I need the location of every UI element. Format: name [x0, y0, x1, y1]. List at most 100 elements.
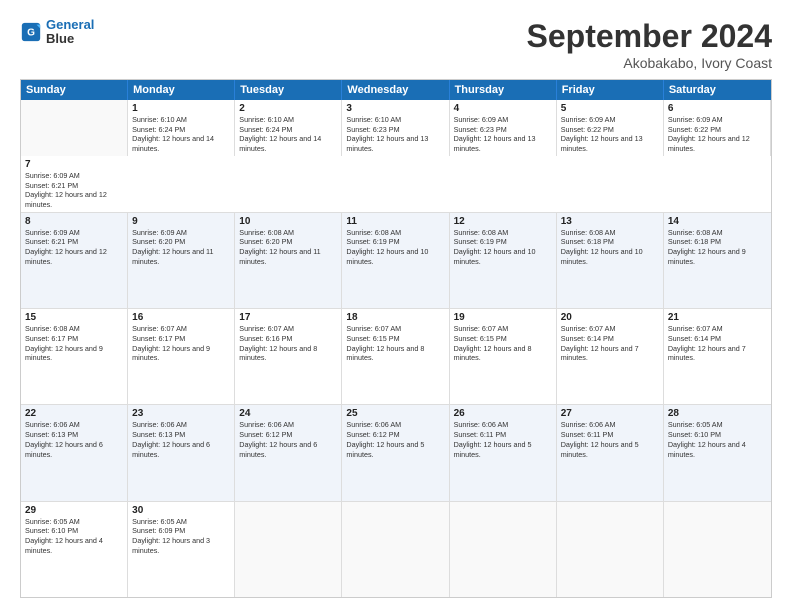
calendar-page: G GeneralBlue September 2024 Akobakabo, … — [0, 0, 792, 612]
day-number: 13 — [561, 216, 659, 227]
day-number: 10 — [239, 216, 337, 227]
day-number: 19 — [454, 312, 552, 323]
calendar-row-1: 8 Sunrise: 6:09 AMSunset: 6:21 PMDayligh… — [21, 212, 771, 308]
day-cell-29: 29 Sunrise: 6:05 AMSunset: 6:10 PMDaylig… — [21, 502, 128, 597]
day-cell-6: 6 Sunrise: 6:09 AMSunset: 6:22 PMDayligh… — [664, 100, 771, 156]
cell-info: Sunrise: 6:05 AMSunset: 6:10 PMDaylight:… — [668, 420, 767, 459]
header-day-sunday: Sunday — [21, 80, 128, 100]
day-cell-26: 26 Sunrise: 6:06 AMSunset: 6:11 PMDaylig… — [450, 405, 557, 500]
day-number: 2 — [239, 103, 337, 114]
cell-info: Sunrise: 6:10 AMSunset: 6:23 PMDaylight:… — [346, 115, 444, 154]
day-cell-14: 14 Sunrise: 6:08 AMSunset: 6:18 PMDaylig… — [664, 213, 771, 308]
day-cell-22: 22 Sunrise: 6:06 AMSunset: 6:13 PMDaylig… — [21, 405, 128, 500]
day-cell-15: 15 Sunrise: 6:08 AMSunset: 6:17 PMDaylig… — [21, 309, 128, 404]
empty-cell — [342, 502, 449, 597]
cell-info: Sunrise: 6:08 AMSunset: 6:19 PMDaylight:… — [454, 228, 552, 267]
empty-cell — [21, 100, 128, 156]
cell-info: Sunrise: 6:07 AMSunset: 6:16 PMDaylight:… — [239, 324, 337, 363]
day-number: 3 — [346, 103, 444, 114]
day-cell-9: 9 Sunrise: 6:09 AMSunset: 6:20 PMDayligh… — [128, 213, 235, 308]
day-number: 9 — [132, 216, 230, 227]
day-number: 29 — [25, 505, 123, 516]
day-cell-2: 2 Sunrise: 6:10 AMSunset: 6:24 PMDayligh… — [235, 100, 342, 156]
day-number: 26 — [454, 408, 552, 419]
day-cell-5: 5 Sunrise: 6:09 AMSunset: 6:22 PMDayligh… — [557, 100, 664, 156]
day-number: 12 — [454, 216, 552, 227]
cell-info: Sunrise: 6:05 AMSunset: 6:09 PMDaylight:… — [132, 517, 230, 556]
day-number: 20 — [561, 312, 659, 323]
day-number: 28 — [668, 408, 767, 419]
empty-cell — [450, 502, 557, 597]
day-number: 7 — [25, 159, 124, 170]
cell-info: Sunrise: 6:08 AMSunset: 6:20 PMDaylight:… — [239, 228, 337, 267]
logo-icon: G — [20, 21, 42, 43]
day-cell-3: 3 Sunrise: 6:10 AMSunset: 6:23 PMDayligh… — [342, 100, 449, 156]
calendar-body: 1 Sunrise: 6:10 AMSunset: 6:24 PMDayligh… — [21, 100, 771, 597]
cell-info: Sunrise: 6:07 AMSunset: 6:15 PMDaylight:… — [454, 324, 552, 363]
day-cell-27: 27 Sunrise: 6:06 AMSunset: 6:11 PMDaylig… — [557, 405, 664, 500]
cell-info: Sunrise: 6:09 AMSunset: 6:20 PMDaylight:… — [132, 228, 230, 267]
header-day-friday: Friday — [557, 80, 664, 100]
day-number: 15 — [25, 312, 123, 323]
day-number: 6 — [668, 103, 766, 114]
day-number: 4 — [454, 103, 552, 114]
cell-info: Sunrise: 6:09 AMSunset: 6:21 PMDaylight:… — [25, 171, 124, 210]
day-number: 27 — [561, 408, 659, 419]
day-cell-16: 16 Sunrise: 6:07 AMSunset: 6:17 PMDaylig… — [128, 309, 235, 404]
cell-info: Sunrise: 6:09 AMSunset: 6:22 PMDaylight:… — [561, 115, 659, 154]
cell-info: Sunrise: 6:09 AMSunset: 6:22 PMDaylight:… — [668, 115, 766, 154]
cell-info: Sunrise: 6:06 AMSunset: 6:11 PMDaylight:… — [454, 420, 552, 459]
calendar: SundayMondayTuesdayWednesdayThursdayFrid… — [20, 79, 772, 598]
day-number: 16 — [132, 312, 230, 323]
logo: G GeneralBlue — [20, 18, 94, 47]
calendar-header: SundayMondayTuesdayWednesdayThursdayFrid… — [21, 80, 771, 100]
day-number: 11 — [346, 216, 444, 227]
day-cell-7: 7 Sunrise: 6:09 AMSunset: 6:21 PMDayligh… — [21, 156, 128, 212]
cell-info: Sunrise: 6:08 AMSunset: 6:18 PMDaylight:… — [668, 228, 767, 267]
header-day-thursday: Thursday — [450, 80, 557, 100]
day-cell-1: 1 Sunrise: 6:10 AMSunset: 6:24 PMDayligh… — [128, 100, 235, 156]
day-number: 18 — [346, 312, 444, 323]
cell-info: Sunrise: 6:07 AMSunset: 6:14 PMDaylight:… — [668, 324, 767, 363]
cell-info: Sunrise: 6:08 AMSunset: 6:19 PMDaylight:… — [346, 228, 444, 267]
day-number: 30 — [132, 505, 230, 516]
calendar-row-4: 29 Sunrise: 6:05 AMSunset: 6:10 PMDaylig… — [21, 501, 771, 597]
day-cell-30: 30 Sunrise: 6:05 AMSunset: 6:09 PMDaylig… — [128, 502, 235, 597]
header-day-wednesday: Wednesday — [342, 80, 449, 100]
header-day-saturday: Saturday — [664, 80, 771, 100]
month-title: September 2024 — [527, 18, 772, 55]
calendar-row-2: 15 Sunrise: 6:08 AMSunset: 6:17 PMDaylig… — [21, 308, 771, 404]
cell-info: Sunrise: 6:06 AMSunset: 6:12 PMDaylight:… — [239, 420, 337, 459]
day-number: 24 — [239, 408, 337, 419]
title-block: September 2024 Akobakabo, Ivory Coast — [527, 18, 772, 71]
cell-info: Sunrise: 6:05 AMSunset: 6:10 PMDaylight:… — [25, 517, 123, 556]
day-cell-11: 11 Sunrise: 6:08 AMSunset: 6:19 PMDaylig… — [342, 213, 449, 308]
day-cell-17: 17 Sunrise: 6:07 AMSunset: 6:16 PMDaylig… — [235, 309, 342, 404]
day-cell-12: 12 Sunrise: 6:08 AMSunset: 6:19 PMDaylig… — [450, 213, 557, 308]
cell-info: Sunrise: 6:07 AMSunset: 6:14 PMDaylight:… — [561, 324, 659, 363]
cell-info: Sunrise: 6:06 AMSunset: 6:13 PMDaylight:… — [132, 420, 230, 459]
day-cell-25: 25 Sunrise: 6:06 AMSunset: 6:12 PMDaylig… — [342, 405, 449, 500]
calendar-row-3: 22 Sunrise: 6:06 AMSunset: 6:13 PMDaylig… — [21, 404, 771, 500]
day-cell-24: 24 Sunrise: 6:06 AMSunset: 6:12 PMDaylig… — [235, 405, 342, 500]
day-cell-18: 18 Sunrise: 6:07 AMSunset: 6:15 PMDaylig… — [342, 309, 449, 404]
cell-info: Sunrise: 6:09 AMSunset: 6:21 PMDaylight:… — [25, 228, 123, 267]
cell-info: Sunrise: 6:06 AMSunset: 6:11 PMDaylight:… — [561, 420, 659, 459]
cell-info: Sunrise: 6:08 AMSunset: 6:18 PMDaylight:… — [561, 228, 659, 267]
day-cell-21: 21 Sunrise: 6:07 AMSunset: 6:14 PMDaylig… — [664, 309, 771, 404]
cell-info: Sunrise: 6:06 AMSunset: 6:12 PMDaylight:… — [346, 420, 444, 459]
day-cell-4: 4 Sunrise: 6:09 AMSunset: 6:23 PMDayligh… — [450, 100, 557, 156]
day-cell-23: 23 Sunrise: 6:06 AMSunset: 6:13 PMDaylig… — [128, 405, 235, 500]
day-cell-8: 8 Sunrise: 6:09 AMSunset: 6:21 PMDayligh… — [21, 213, 128, 308]
calendar-row-0: 1 Sunrise: 6:10 AMSunset: 6:24 PMDayligh… — [21, 100, 771, 212]
cell-info: Sunrise: 6:10 AMSunset: 6:24 PMDaylight:… — [132, 115, 230, 154]
day-number: 23 — [132, 408, 230, 419]
day-number: 14 — [668, 216, 767, 227]
cell-info: Sunrise: 6:10 AMSunset: 6:24 PMDaylight:… — [239, 115, 337, 154]
day-number: 5 — [561, 103, 659, 114]
cell-info: Sunrise: 6:08 AMSunset: 6:17 PMDaylight:… — [25, 324, 123, 363]
day-cell-28: 28 Sunrise: 6:05 AMSunset: 6:10 PMDaylig… — [664, 405, 771, 500]
empty-cell — [557, 502, 664, 597]
page-header: G GeneralBlue September 2024 Akobakabo, … — [20, 18, 772, 71]
day-number: 22 — [25, 408, 123, 419]
